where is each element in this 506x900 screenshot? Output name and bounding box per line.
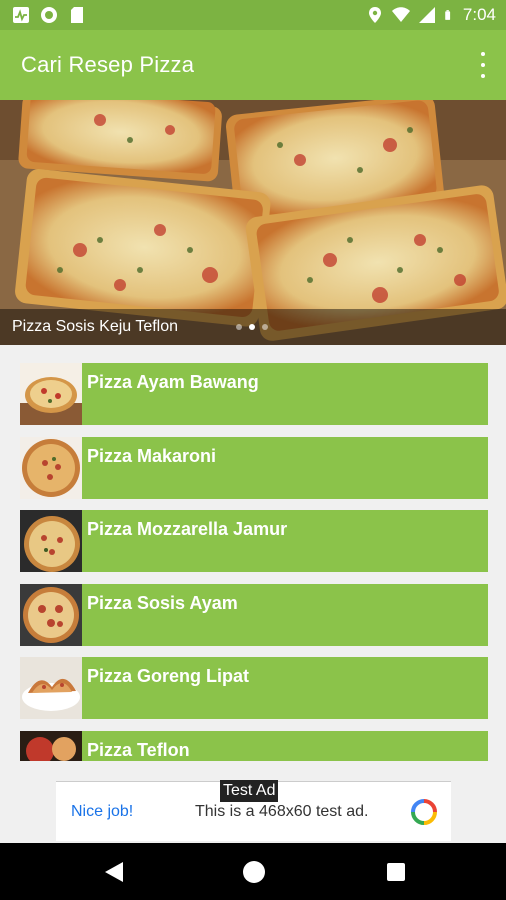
recipe-name: Pizza Ayam Bawang — [87, 372, 259, 392]
back-icon[interactable] — [103, 860, 125, 884]
recipe-item[interactable]: Pizza Teflon — [20, 730, 488, 761]
recipe-name: Pizza Goreng Lipat — [87, 666, 250, 686]
page-dot — [236, 324, 242, 330]
recipe-thumbnail — [20, 510, 82, 572]
recipe-item[interactable]: Pizza Makaroni — [20, 436, 488, 499]
recipe-thumbnail — [20, 730, 82, 761]
recipe-name: Pizza Makaroni — [87, 445, 217, 466]
signal-icon — [418, 7, 435, 23]
recipe-thumbnail — [20, 657, 82, 719]
ad-body[interactable]: This is a 468x60 test ad. — [195, 803, 368, 821]
recipe-thumbnail — [20, 363, 82, 425]
sd-card-icon — [71, 7, 83, 23]
recipe-item[interactable]: Pizza Sosis Ayam — [20, 583, 488, 646]
recipe-thumbnail — [20, 583, 82, 646]
banner-slider[interactable]: Pizza Sosis Keju Teflon — [0, 100, 506, 345]
banner-page-indicator — [236, 324, 268, 330]
page-dot-active — [249, 324, 255, 330]
recipe-name: Pizza Teflon — [87, 739, 190, 760]
status-bar: 7:04 — [0, 0, 506, 30]
ad-logo-icon[interactable] — [411, 799, 437, 825]
battery-icon — [445, 10, 451, 20]
pulse-icon — [13, 7, 29, 23]
recipe-list[interactable]: Pizza Ayam Bawang Pizza Makaroni Pizza M… — [20, 363, 488, 761]
recipe-item[interactable]: Pizza Ayam Bawang — [20, 363, 488, 425]
ad-headline[interactable]: Nice job! — [71, 803, 133, 821]
navigation-bar — [0, 843, 506, 900]
ad-banner[interactable]: Test Ad Nice job! This is a 468x60 test … — [56, 780, 451, 841]
recipe-item[interactable]: Pizza Goreng Lipat — [20, 657, 488, 719]
app-title: Cari Resep Pizza — [21, 52, 195, 77]
overflow-menu-icon[interactable] — [476, 52, 490, 78]
wifi-icon — [391, 7, 410, 22]
home-icon[interactable] — [243, 861, 265, 883]
page-dot — [262, 324, 268, 330]
recent-apps-icon[interactable] — [387, 863, 405, 881]
ad-tag: Test Ad — [220, 780, 279, 802]
recipe-name: Pizza Sosis Ayam — [87, 592, 238, 613]
location-icon — [368, 7, 381, 23]
record-icon — [41, 7, 57, 23]
recipe-thumbnail — [20, 436, 82, 499]
recipe-name: Pizza Mozzarella Jamur — [87, 519, 288, 539]
status-time: 7:04 — [462, 5, 496, 24]
banner-caption: Pizza Sosis Keju Teflon — [12, 318, 179, 335]
recipe-item[interactable]: Pizza Mozzarella Jamur — [20, 510, 488, 572]
banner-caption-bar: Pizza Sosis Keju Teflon — [0, 309, 506, 345]
app-bar: Cari Resep Pizza — [0, 30, 506, 100]
